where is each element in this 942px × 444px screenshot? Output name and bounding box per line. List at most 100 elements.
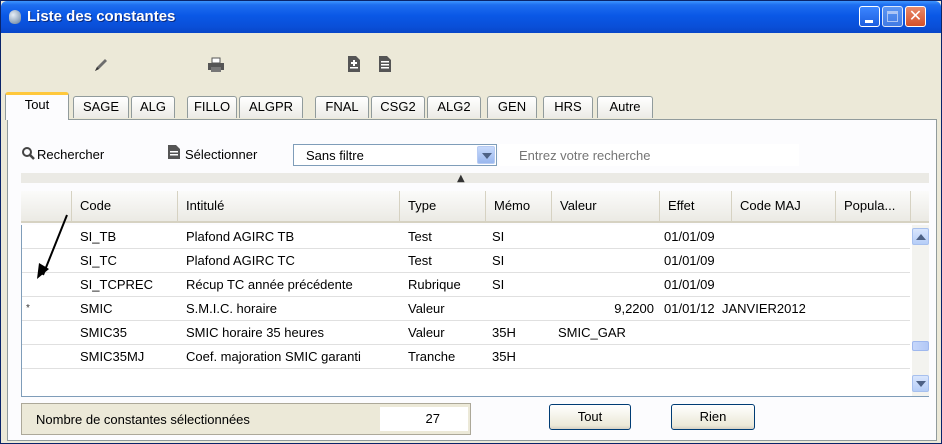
filter-dropdown[interactable]: Sans filtre [293, 144, 497, 166]
tab-algpr[interactable]: ALGPR [239, 96, 303, 118]
cell-memo: 35H [492, 349, 516, 364]
tab-fillo[interactable]: FILLO [187, 96, 237, 118]
cell-type: Valeur [408, 301, 445, 316]
tab-autre[interactable]: Autre [597, 96, 653, 118]
table-row[interactable]: SI_TB Plafond AGIRC TB Test SI 01/01/09 [22, 225, 910, 249]
chevron-down-icon[interactable] [477, 146, 495, 164]
select-all-button[interactable]: Tout [549, 404, 631, 430]
cell-valeur: 9,2200 [614, 301, 654, 316]
col-header-type[interactable]: Type [399, 191, 485, 221]
cell-type: Rubrique [408, 277, 461, 292]
cell-intitule: Coef. majoration SMIC garanti [186, 349, 361, 364]
cell-memo: SI [492, 253, 505, 268]
maximize-button[interactable] [882, 6, 903, 27]
tab-alg2[interactable]: ALG2 [427, 96, 481, 118]
tab-fnal[interactable]: FNAL [315, 96, 369, 118]
title-bar: Liste des constantes ✕ [1, 1, 941, 33]
select-none-button[interactable]: Rien [671, 404, 755, 430]
pencil-icon[interactable] [93, 57, 109, 73]
search-input[interactable] [499, 144, 799, 166]
cell-code: SMIC35 [80, 325, 127, 340]
window-title: Liste des constantes [27, 8, 176, 25]
constants-table: Code Intitulé Type Mémo Valeur Effet Cod… [21, 191, 929, 401]
find-button[interactable]: Rechercher [21, 143, 104, 167]
cell-valeur [558, 345, 654, 369]
table-row[interactable]: SI_TCPREC Récup TC année précédente Rubr… [22, 273, 910, 297]
selection-count-panel: Nombre de constantes sélectionnées 27 [21, 403, 471, 435]
tab-hrs[interactable]: HRS [543, 96, 593, 118]
cell-type: Tranche [408, 349, 456, 364]
cell-type: Test [408, 253, 432, 268]
cell-valeur [558, 225, 654, 249]
minimize-button[interactable] [859, 6, 880, 27]
col-header-valeur[interactable]: Valeur [551, 191, 659, 221]
cell-effet: 01/01/09 [664, 229, 715, 244]
scroll-up-icon[interactable] [912, 228, 929, 245]
scroll-thumb[interactable] [912, 341, 929, 351]
col-header-code[interactable]: Code [71, 191, 177, 221]
close-button[interactable]: ✕ [905, 6, 926, 27]
table-header: Code Intitulé Type Mémo Valeur Effet Cod… [21, 191, 929, 223]
table-body: SI_TB Plafond AGIRC TB Test SI 01/01/09 … [21, 225, 929, 397]
select-label: Sélectionner [185, 147, 258, 162]
cell-intitule: S.M.I.C. horaire [186, 301, 278, 316]
cell-effet: 01/01/12 [664, 301, 715, 316]
col-header-memo[interactable]: Mémo [485, 191, 551, 221]
cell-effet: 01/01/09 [664, 253, 715, 268]
cell-type: Test [408, 229, 432, 244]
tab-alg[interactable]: ALG [131, 96, 175, 118]
cell-code: SI_TCPREC [80, 277, 153, 292]
table-row[interactable]: SMIC35MJ Coef. majoration SMIC garanti T… [22, 345, 910, 369]
cell-effet: 01/01/09 [664, 277, 715, 292]
cell-type: Valeur [408, 325, 445, 340]
scroll-down-icon[interactable] [912, 375, 929, 392]
vertical-scrollbar[interactable] [912, 225, 929, 396]
document-add-icon[interactable] [346, 55, 362, 73]
cell-intitule: Récup TC année précédente [186, 277, 353, 292]
table-row[interactable]: SI_TC Plafond AGIRC TC Test SI 01/01/09 [22, 249, 910, 273]
window: Liste des constantes ✕ Tout SAGE ALG FIL… [0, 0, 942, 444]
tab-sage[interactable]: SAGE [73, 96, 129, 118]
cell-intitule: Plafond AGIRC TC [186, 253, 295, 268]
chevron-up-icon[interactable]: ▲ [457, 173, 465, 184]
tab-tout[interactable]: Tout [5, 92, 69, 120]
annotation-arrow-icon [37, 214, 68, 279]
tab-csg2[interactable]: CSG2 [371, 96, 425, 118]
select-icon [167, 144, 181, 168]
printer-icon[interactable] [207, 57, 225, 73]
tab-gen[interactable]: GEN [487, 96, 537, 118]
col-header-effet[interactable]: Effet [659, 191, 731, 221]
col-header-intitule[interactable]: Intitulé [177, 191, 399, 221]
cell-code: SI_TB [80, 229, 117, 244]
selection-count-value: 27 [380, 407, 468, 431]
cell-valeur [558, 273, 654, 297]
col-header-code-maj[interactable]: Code MAJ [731, 191, 835, 221]
cell-code-maj: JANVIER2012 [722, 301, 806, 316]
select-button[interactable]: Sélectionner [167, 143, 257, 167]
col-header-population[interactable]: Popula... [835, 191, 911, 221]
table-row[interactable]: * SMIC S.M.I.C. horaire Valeur 9,2200 01… [22, 297, 910, 321]
collapse-strip[interactable]: ▲ [21, 173, 929, 184]
cell-valeur [558, 249, 654, 273]
selection-count-label: Nombre de constantes sélectionnées [36, 412, 250, 427]
maximize-icon [887, 11, 898, 22]
document-list-icon[interactable] [377, 55, 393, 73]
app-icon [9, 10, 21, 24]
toolbar [1, 33, 941, 91]
cell-intitule: SMIC horaire 35 heures [186, 325, 325, 340]
row-marker: * [26, 303, 30, 314]
close-icon: ✕ [908, 6, 923, 25]
minimize-icon [865, 20, 873, 23]
magnifier-icon [21, 144, 35, 168]
cell-code: SMIC [80, 301, 113, 316]
filter-value: Sans filtre [306, 148, 364, 163]
table-row[interactable]: SMIC35 SMIC horaire 35 heures Valeur 35H… [22, 321, 910, 345]
cell-memo: SI [492, 229, 505, 244]
cell-memo: SI [492, 277, 505, 292]
find-label: Rechercher [37, 147, 105, 162]
cell-code: SI_TC [80, 253, 117, 268]
cell-code: SMIC35MJ [80, 349, 145, 364]
cell-valeur: SMIC_GAR [558, 325, 626, 340]
cell-memo: 35H [492, 325, 516, 340]
cell-intitule: Plafond AGIRC TB [186, 229, 295, 244]
